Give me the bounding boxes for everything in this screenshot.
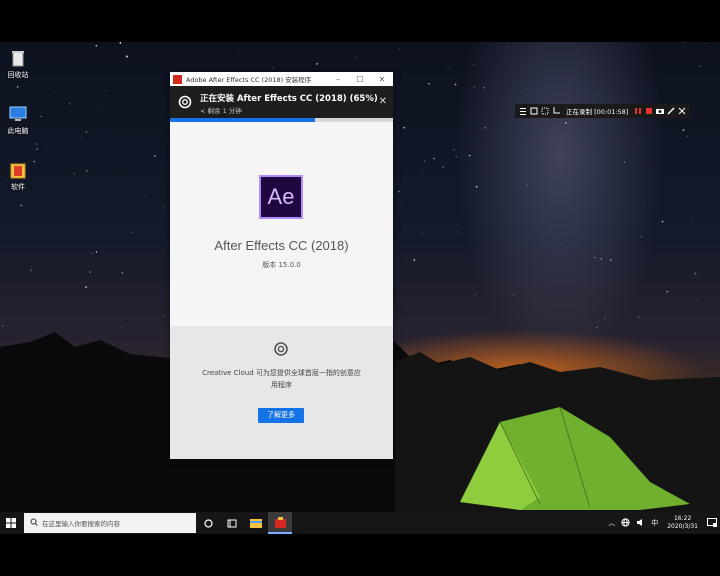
- ime-indicator[interactable]: 中: [651, 518, 658, 528]
- window-title: Adobe After Effects CC (2018) 安装程序: [186, 76, 312, 84]
- installer-window: Adobe After Effects CC (2018) 安装程序 – ☐ ✕…: [170, 72, 393, 459]
- maximize-icon[interactable]: ☐: [349, 75, 371, 84]
- search-placeholder: 在这里输入你要搜索的内容: [42, 520, 120, 528]
- product-version: 版本 15.0.0: [262, 261, 301, 269]
- cortana-icon: [203, 518, 213, 528]
- after-effects-logo: Ae: [259, 175, 303, 219]
- taskbar-installer[interactable]: [268, 512, 292, 534]
- promo-panel: Creative Cloud 可为您提供全球首屈一指的创意应用程序 了解更多: [170, 326, 393, 459]
- desktop-icon-label: 软件: [11, 183, 25, 191]
- camera-icon[interactable]: [656, 107, 665, 115]
- windows-icon: [6, 518, 16, 528]
- adobe-icon: [173, 74, 182, 84]
- desktop-icon-this-pc[interactable]: 此电脑: [0, 104, 36, 136]
- window-titlebar[interactable]: Adobe After Effects CC (2018) 安装程序 – ☐ ✕: [170, 72, 393, 86]
- clock-date: 2020/3/31: [667, 523, 698, 530]
- minimize-icon[interactable]: –: [327, 75, 349, 84]
- promo-text: Creative Cloud 可为您提供全球首屈一指的创意应用程序: [202, 369, 361, 389]
- taskbar-file-explorer[interactable]: [244, 512, 268, 534]
- stop-icon[interactable]: [645, 107, 653, 115]
- learn-more-button[interactable]: 了解更多: [258, 408, 304, 423]
- pause-icon[interactable]: [634, 107, 642, 115]
- region-icon[interactable]: [541, 107, 549, 115]
- network-icon[interactable]: [621, 517, 630, 529]
- folder-icon: [250, 519, 262, 528]
- close-recorder-icon[interactable]: [678, 107, 686, 115]
- folder-icon: [8, 160, 28, 180]
- start-button[interactable]: [0, 512, 22, 534]
- window-close-icon[interactable]: ✕: [371, 75, 393, 84]
- desktop-icon-recycle-bin[interactable]: 回收站: [0, 48, 36, 80]
- desktop-icon-label: 此电脑: [7, 127, 29, 135]
- time-remaining: < 剩余 1 分钟: [200, 107, 242, 115]
- creative-cloud-icon: [274, 342, 288, 356]
- desktop: 回收站 此电脑 软件 Adobe After Effects CC (2018)…: [0, 42, 720, 534]
- notification-icon[interactable]: [707, 517, 717, 529]
- recycle-bin-icon: [8, 48, 28, 68]
- task-view-button[interactable]: [220, 512, 244, 534]
- creative-cloud-icon: [178, 95, 192, 109]
- search-icon: [30, 518, 42, 528]
- chevron-up-icon[interactable]: ︿: [608, 518, 615, 528]
- desktop-icon-software[interactable]: 软件: [0, 160, 36, 192]
- clock-time: 16:22: [673, 515, 692, 522]
- product-panel: Ae After Effects CC (2018) 版本 15.0.0: [170, 122, 393, 326]
- task-view-icon: [227, 519, 237, 527]
- pen-icon[interactable]: [667, 107, 675, 115]
- product-name: After Effects CC (2018): [214, 238, 349, 253]
- cortana-button[interactable]: [196, 512, 220, 534]
- recording-status: 正在录制 [00:01:58]: [566, 108, 629, 116]
- close-icon[interactable]: ✕: [379, 96, 387, 107]
- menu-icon[interactable]: [519, 107, 527, 115]
- system-tray: ︿ 中 16:22 2020/3/31: [605, 512, 720, 534]
- installer-app-icon: [274, 516, 286, 528]
- taskbar: 在这里输入你要搜索的内容 ︿ 中 16:22 2020/3/31: [0, 512, 720, 534]
- clock[interactable]: 16:22 2020/3/31: [667, 515, 698, 531]
- crop-icon[interactable]: [552, 107, 560, 115]
- install-status: 正在安装 After Effects CC (2018) (65%): [200, 94, 378, 104]
- window-icon[interactable]: [530, 107, 538, 115]
- install-header: 正在安装 After Effects CC (2018) (65%) < 剩余 …: [170, 86, 393, 118]
- recording-toolbar: 正在录制 [00:01:58]: [515, 104, 690, 118]
- taskbar-search-box[interactable]: 在这里输入你要搜索的内容: [24, 513, 196, 533]
- computer-icon: [8, 104, 28, 124]
- desktop-icon-label: 回收站: [7, 71, 29, 79]
- volume-icon[interactable]: [636, 518, 645, 529]
